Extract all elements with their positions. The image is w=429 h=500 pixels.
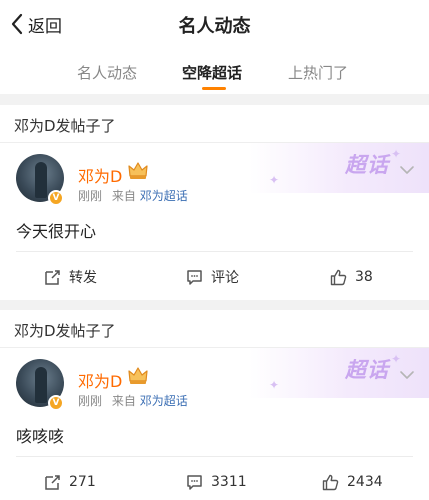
tab-celebrity-updates[interactable]: 名人动态 [77,62,137,83]
crown-icon [128,367,148,384]
repost-label: 转发 [69,270,97,286]
repost-count: 271 [69,474,96,490]
repost-icon [45,269,60,285]
active-tab-indicator [202,87,226,90]
post-notice-text: 邓为D发帖子了 [14,117,116,135]
chevron-down-icon[interactable] [399,165,415,175]
like-count: 38 [355,269,373,285]
post-card: 邓为D发帖子了 ✦ ✦ 超话 V 邓为D 刚刚 来自 邓为超话 今天很开心 转发 [0,105,429,300]
source-prefix: 来自 [111,189,136,203]
nav-header: 返回 名人动态 [0,0,429,48]
sparkle-icon: ✦ [390,147,401,161]
repost-button[interactable]: 271 [44,457,96,500]
sparkle-icon: ✦ [390,352,401,366]
post-meta: 刚刚 来自 邓为超话 [78,392,188,409]
like-button[interactable]: 2434 [322,457,383,500]
comment-label: 评论 [211,270,239,286]
thumbs-up-icon [330,269,347,285]
post-card: 邓为D发帖子了 ✦ ✦ 超话 V 邓为D 刚刚 来自 邓为超话 咳咳咳 271 [0,310,429,500]
page-title: 名人动态 [178,16,251,37]
post-time: 刚刚 [78,394,103,408]
source-link[interactable]: 邓为超话 [140,394,188,408]
comment-button[interactable]: 3311 [186,457,247,500]
repost-icon [45,474,60,490]
thumbs-up-icon [322,474,339,490]
like-count: 2434 [347,474,383,490]
comment-icon [187,269,202,285]
tab-supertopic-airdrop[interactable]: 空降超话 [182,62,242,83]
post-notice-text: 邓为D发帖子了 [14,322,116,340]
supertopic-badge: 超话 [345,358,389,382]
post-notice-header: 邓为D发帖子了 [0,105,429,143]
chevron-down-icon[interactable] [399,370,415,380]
sparkle-icon: ✦ [268,378,279,392]
post-content: 咳咳咳 [16,427,65,446]
post-time: 刚刚 [78,189,103,203]
supertopic-badge: 超话 [345,153,389,177]
repost-button[interactable]: 转发 [44,252,97,302]
sparkle-icon: ✦ [268,173,279,187]
action-bar: 转发 评论 38 [16,251,413,301]
source-prefix: 来自 [111,394,136,408]
comment-count: 3311 [211,474,247,490]
like-button[interactable]: 38 [330,252,373,302]
comment-icon [187,474,202,490]
post-notice-header: 邓为D发帖子了 [0,310,429,348]
comment-button[interactable]: 评论 [186,252,239,302]
post-meta: 刚刚 来自 邓为超话 [78,187,188,204]
source-link[interactable]: 邓为超话 [140,189,188,203]
username[interactable]: 邓为D [78,368,122,392]
post-content: 今天很开心 [16,222,97,241]
crown-icon [128,162,148,179]
verified-badge-icon: V [48,395,64,411]
username[interactable]: 邓为D [78,163,122,187]
tab-trending[interactable]: 上热门了 [288,62,348,83]
action-bar: 271 3311 2434 [16,456,413,500]
verified-badge-icon: V [48,190,64,206]
